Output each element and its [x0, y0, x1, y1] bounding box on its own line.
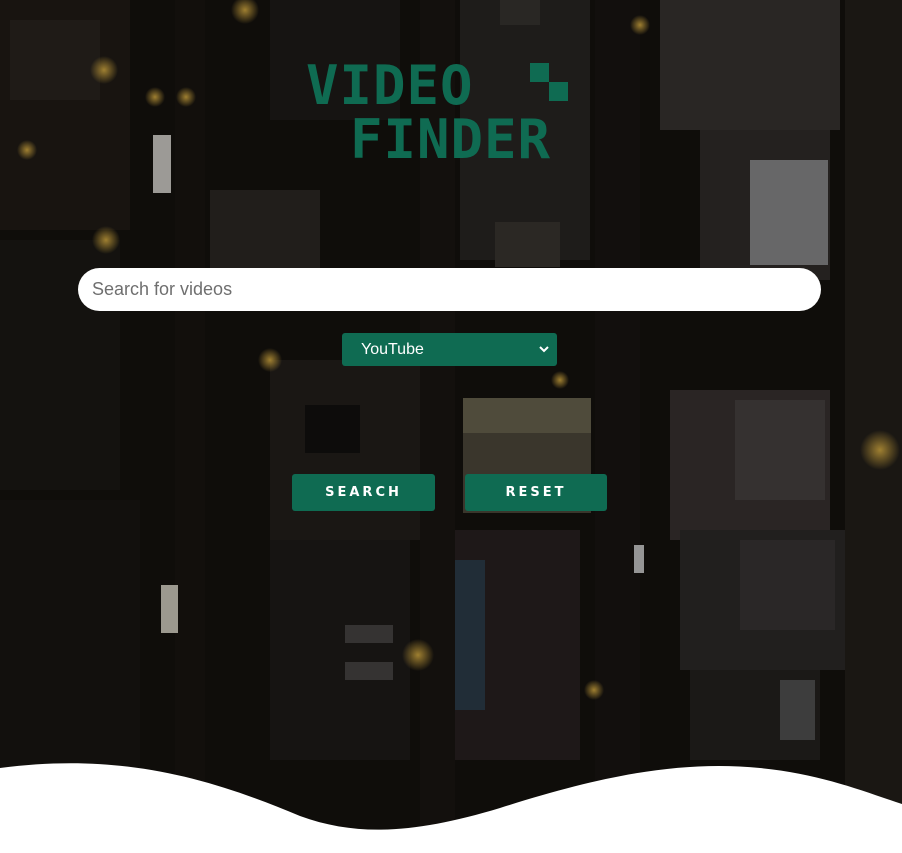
logo-squares-icon [530, 63, 568, 101]
chevron-down-icon [539, 346, 549, 353]
logo-word-finder: FINDER [350, 108, 552, 171]
video-source-select[interactable]: YouTube [342, 333, 557, 366]
reset-button[interactable]: RESET [465, 474, 607, 511]
search-input[interactable] [78, 268, 821, 311]
wave-divider [0, 763, 902, 853]
video-source-selected-value: YouTube [361, 340, 424, 358]
search-button[interactable]: SEARCH [292, 474, 435, 511]
logo-word-video: VIDEO [306, 54, 474, 117]
video-finder-logo: VIDEO FINDER [306, 58, 606, 170]
hero-section: VIDEO FINDER YouTube SEARCH RESET [0, 0, 902, 853]
